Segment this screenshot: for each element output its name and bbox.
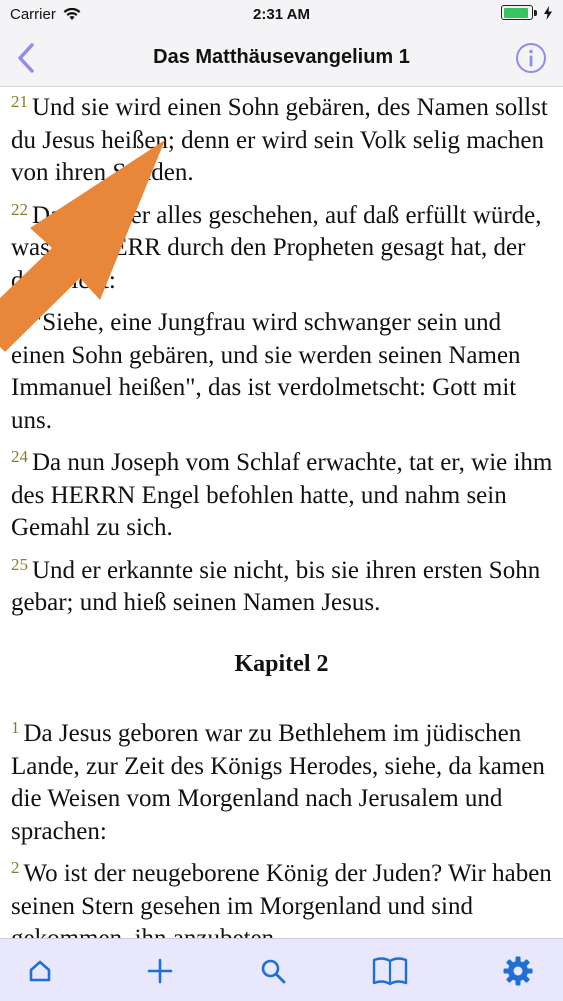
verse-number: 1	[11, 718, 20, 737]
back-button[interactable]	[10, 38, 46, 78]
verse-number: 22	[11, 199, 28, 219]
verse-text: Und sie wird einen Sohn gebären, des Nam…	[11, 94, 548, 186]
verse-number: 23	[11, 307, 28, 326]
chevron-left-icon	[18, 43, 34, 73]
bible-text-scroll-area[interactable]: 21 Und sie wird einen Sohn gebären, des N…	[0, 86, 563, 938]
verse: 22 Das ist aber alles geschehen, auf daß …	[11, 194, 555, 298]
verse-text: Das ist aber alles geschehen, auf daß er…	[11, 201, 542, 294]
page-title: Das Matthäusevangelium 1	[153, 46, 410, 68]
verse: 23 "Siehe, eine Jungfrau wird schwanger s…	[11, 301, 555, 437]
status-bar: Carrier 2:31 AM	[0, 0, 563, 30]
tab-library[interactable]	[370, 953, 410, 989]
status-time: 2:31 AM	[253, 6, 310, 23]
search-icon	[261, 959, 286, 984]
verse-text: Wo ist der neugeborene König der Juden? …	[11, 860, 552, 938]
verse-text: "Siehe, eine Jungfrau wird schwanger sei…	[11, 309, 521, 434]
verse-text: Und er erkannte sie nicht, bis sie ihren…	[11, 556, 541, 617]
tab-home[interactable]	[20, 953, 60, 989]
navigation-bar: Das Matthäusevangelium 1	[0, 30, 563, 87]
verse-number: 21	[11, 92, 28, 111]
chapter-heading: Kapitel 2	[234, 650, 329, 677]
verse: 2 Wo ist der neugeborene König der Juden?…	[11, 852, 555, 938]
tab-search[interactable]	[253, 953, 293, 989]
info-icon	[516, 43, 546, 73]
verse-text: Da Jesus geboren war zu Bethlehem im jüd…	[11, 720, 545, 845]
verse: 21 Und sie wird einen Sohn gebären, des N…	[11, 86, 555, 190]
home-icon	[29, 960, 51, 982]
status-right	[501, 5, 553, 20]
verse-number: 25	[11, 554, 28, 574]
charging-bolt-icon	[544, 5, 552, 20]
verse-number: 2	[11, 858, 20, 877]
tab-settings[interactable]	[498, 953, 538, 989]
tab-add[interactable]	[140, 953, 180, 989]
verse: 1 Da Jesus geboren war zu Bethlehem im jü…	[11, 712, 555, 848]
verse: 24 Da nun Joseph vom Schlaf erwachte, tat…	[11, 441, 555, 545]
book-icon	[372, 957, 408, 986]
plus-icon	[147, 958, 173, 984]
tab-bar	[0, 938, 563, 1001]
gear-icon	[503, 956, 533, 986]
battery-icon	[501, 5, 537, 20]
info-button[interactable]	[513, 40, 549, 76]
verse-number: 24	[11, 447, 28, 466]
verse: 25 Und er erkannte sie nicht, bis sie ihr…	[11, 549, 555, 620]
verse-text: Da nun Joseph vom Schlaf erwachte, tat e…	[11, 449, 553, 541]
